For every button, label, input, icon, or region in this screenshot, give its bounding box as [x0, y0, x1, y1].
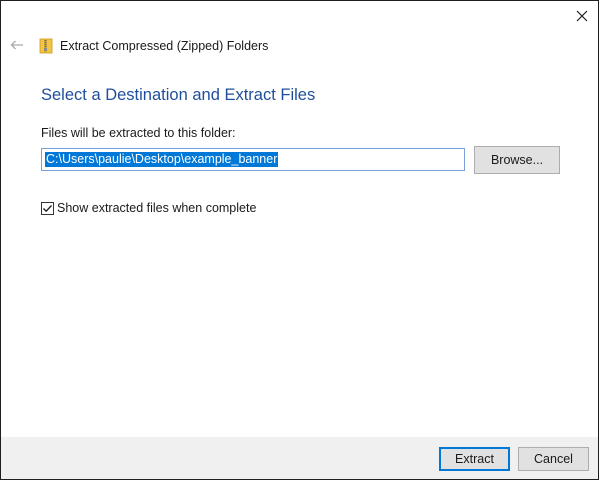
- extract-button[interactable]: Extract: [439, 447, 510, 471]
- close-icon: [576, 10, 588, 22]
- destination-label: Files will be extracted to this folder:: [41, 126, 236, 140]
- dialog-title-bar: Extract Compressed (Zipped) Folders: [39, 37, 268, 55]
- show-files-label: Show extracted files when complete: [57, 201, 257, 215]
- show-files-option[interactable]: Show extracted files when complete: [41, 201, 256, 215]
- extract-dialog-window: Extract Compressed (Zipped) Folders Sele…: [0, 0, 599, 480]
- dialog-footer: Extract Cancel: [1, 437, 598, 479]
- destination-path-input[interactable]: C:\Users\paulie\Desktop\example_banner: [41, 148, 465, 171]
- show-files-checkbox[interactable]: [41, 201, 54, 215]
- close-button[interactable]: [567, 3, 597, 29]
- cancel-button[interactable]: Cancel: [518, 447, 589, 471]
- checkmark-icon: [43, 204, 52, 212]
- zip-folder-icon: [39, 38, 53, 54]
- back-arrow-icon: [10, 40, 23, 50]
- browse-button[interactable]: Browse...: [474, 146, 560, 174]
- dialog-title: Extract Compressed (Zipped) Folders: [60, 39, 269, 53]
- destination-path-value: C:\Users\paulie\Desktop\example_banner: [45, 152, 279, 167]
- back-button[interactable]: [6, 36, 28, 54]
- page-heading: Select a Destination and Extract Files: [41, 86, 316, 104]
